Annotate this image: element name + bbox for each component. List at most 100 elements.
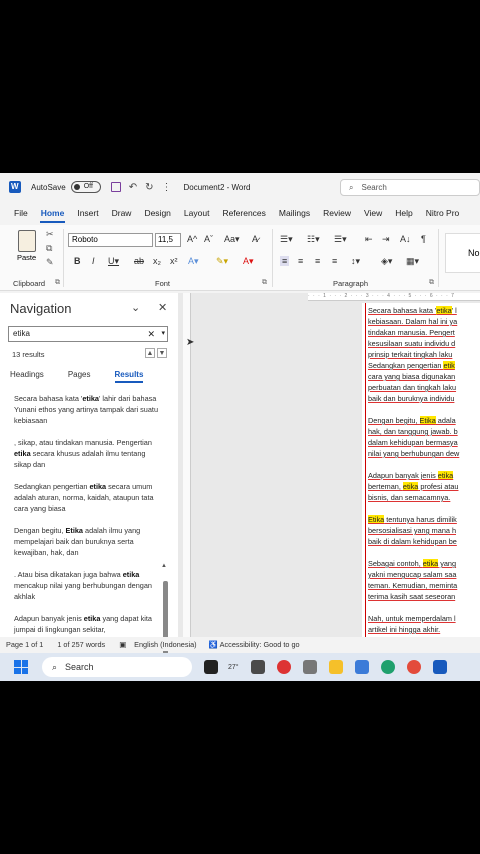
search-result-item[interactable]: Dengan begitu, Etika adalah ilmu yang me… <box>14 525 158 558</box>
line-spacing-icon[interactable]: ↕▾ <box>351 256 360 267</box>
taskbar-search[interactable]: ⌕ Search <box>42 657 192 677</box>
save-icon[interactable] <box>110 182 121 192</box>
search-result-item[interactable]: Secara bahasa kata 'etika' lahir dari ba… <box>14 393 158 426</box>
clipboard-launcher-icon[interactable]: ⧉ <box>55 279 60 287</box>
change-case-icon[interactable]: Aa▾ <box>224 234 240 245</box>
document-paragraph[interactable]: Nah, untuk memperdalam l artikel ini hin… <box>368 613 480 635</box>
next-result-icon[interactable]: ▼ <box>157 348 167 358</box>
increase-indent-icon[interactable]: ⇥ <box>382 234 390 245</box>
edge-icon[interactable] <box>380 660 395 674</box>
tab-file[interactable]: File <box>0 208 34 218</box>
multilevel-list-icon[interactable]: ☰▾ <box>334 234 347 245</box>
italic-icon[interactable]: I <box>92 256 95 266</box>
page-count[interactable]: Page 1 of 1 <box>6 640 43 649</box>
tab-results[interactable]: Results <box>114 370 143 383</box>
tab-layout[interactable]: Layout <box>177 208 216 218</box>
document-body[interactable]: Secara bahasa kata 'etika' l kebiasaan. … <box>368 305 480 637</box>
task-view-icon[interactable] <box>204 660 218 674</box>
app-icon[interactable] <box>302 660 317 674</box>
font-color-icon[interactable]: A▾ <box>243 256 254 267</box>
numbering-icon[interactable]: ☷▾ <box>307 234 320 245</box>
font-size-select[interactable]: 11,5 <box>155 233 181 247</box>
tab-headings[interactable]: Headings <box>10 370 44 379</box>
show-marks-icon[interactable]: ¶ <box>421 234 426 244</box>
close-icon[interactable]: ✕ <box>158 301 167 314</box>
redo-icon[interactable]: ↻ <box>145 182 153 193</box>
bold-icon[interactable]: B <box>74 256 81 266</box>
weather-widget[interactable]: 27° <box>228 664 239 671</box>
previous-result-icon[interactable]: ▲ <box>145 348 155 358</box>
tab-mailings[interactable]: Mailings <box>272 208 316 218</box>
document-paragraph[interactable]: Sebagai contoh, etika yang yakni menguca… <box>368 558 480 602</box>
subscript-icon[interactable]: x₂ <box>153 256 161 266</box>
underline-icon[interactable]: U▾ <box>108 256 119 267</box>
tab-references[interactable]: References <box>216 208 272 218</box>
tab-draw[interactable]: Draw <box>105 208 138 218</box>
customize-toolbar-icon[interactable]: ⋮ <box>161 182 171 193</box>
tab-home[interactable]: Home <box>34 208 71 223</box>
word-count[interactable]: 1 of 257 words <box>57 640 105 649</box>
align-right-icon[interactable]: ≡ <box>315 256 320 266</box>
horizontal-ruler[interactable]: · · · 1 · · · 2 · · · 3 · · · 4 · · · 5 … <box>308 293 480 301</box>
sort-icon[interactable]: A↓ <box>400 234 411 244</box>
word-taskbar-icon[interactable] <box>432 660 447 674</box>
windows-start-icon[interactable] <box>14 660 28 674</box>
search-result-item[interactable]: , sikap, atau tindakan manusia. Pengerti… <box>14 437 158 470</box>
highlight-color-icon[interactable]: ✎▾ <box>216 256 228 267</box>
tab-help[interactable]: Help <box>389 208 419 218</box>
bullets-icon[interactable]: ☰▾ <box>280 234 293 245</box>
align-center-icon[interactable]: ≡ <box>298 256 303 266</box>
chevron-down-icon[interactable]: ⌄ <box>131 301 140 314</box>
undo-icon[interactable]: ↶ <box>129 182 137 193</box>
clear-search-icon[interactable]: ✕ <box>147 327 155 341</box>
proofing-icon[interactable]: ▣ <box>119 640 126 649</box>
align-left-icon[interactable]: ≡ <box>280 256 290 266</box>
cut-icon[interactable]: ✂ <box>46 229 54 240</box>
document-paragraph[interactable]: Secara bahasa kata 'etika' l kebiasaan. … <box>368 305 480 404</box>
format-painter-icon[interactable]: ✎ <box>46 257 54 268</box>
tab-review[interactable]: Review <box>317 208 358 218</box>
tab-nitro-pro[interactable]: Nitro Pro <box>419 208 466 218</box>
search-input[interactable]: ⌕ Search <box>340 179 480 196</box>
superscript-icon[interactable]: x² <box>170 256 178 266</box>
strikethrough-icon[interactable]: ab <box>134 256 144 266</box>
document-paragraph[interactable]: Dengan begitu, Etika adala hak, dan tang… <box>368 415 480 459</box>
accessibility-status[interactable]: Accessibility: Good to go <box>220 640 300 649</box>
document-paragraph[interactable]: Adapun banyak jenis etika berteman, etik… <box>368 470 480 503</box>
tab-pages[interactable]: Pages <box>68 370 91 379</box>
text-effects-icon[interactable]: A▾ <box>188 256 199 267</box>
copy-icon[interactable]: ⧉ <box>46 243 52 254</box>
search-options-icon[interactable]: ▾ <box>161 327 165 341</box>
grow-font-icon[interactable]: A^ <box>187 234 197 244</box>
document-page[interactable]: Secara bahasa kata 'etika' l kebiasaan. … <box>362 303 480 637</box>
document-paragraph[interactable]: Etika tentunya harus dimilik bersosialis… <box>368 514 480 547</box>
paragraph-launcher-icon[interactable]: ⧉ <box>429 279 434 287</box>
justify-icon[interactable]: ≡ <box>332 256 337 266</box>
search-result-item[interactable]: Adapun banyak jenis etika yang dapat kit… <box>14 613 158 635</box>
nav-search-input[interactable]: etika ✕ ▾ <box>8 326 168 342</box>
decrease-indent-icon[interactable]: ⇤ <box>365 234 373 245</box>
scroll-up-icon[interactable]: ▲ <box>161 563 167 569</box>
result-text: . Atau bisa dikatakan juga bahwa <box>14 570 123 579</box>
font-launcher-icon[interactable]: ⧉ <box>262 279 267 287</box>
paste-button[interactable]: Paste <box>17 253 36 262</box>
style-normal[interactable]: No <box>445 233 480 273</box>
font-name-select[interactable]: Roboto <box>68 233 153 247</box>
app-icon[interactable] <box>276 660 291 674</box>
borders-icon[interactable]: ▦▾ <box>406 256 419 267</box>
file-explorer-icon[interactable] <box>328 660 343 674</box>
language-status[interactable]: English (Indonesia) <box>134 640 196 649</box>
store-icon[interactable] <box>354 660 369 674</box>
search-result-item[interactable]: Sedangkan pengertian etika secara umum a… <box>14 481 158 514</box>
tab-view[interactable]: View <box>357 208 388 218</box>
shading-icon[interactable]: ◈▾ <box>381 256 392 267</box>
paste-icon[interactable] <box>18 230 36 252</box>
search-result-item[interactable]: . Atau bisa dikatakan juga bahwa etika m… <box>14 569 158 602</box>
tab-insert[interactable]: Insert <box>71 208 105 218</box>
autosave-toggle[interactable]: Off <box>70 181 101 193</box>
clear-formatting-icon[interactable]: A̷ <box>252 234 258 244</box>
chrome-icon[interactable] <box>406 660 421 674</box>
shrink-font-icon[interactable]: Aˇ <box>204 234 213 244</box>
widgets-icon[interactable] <box>250 660 265 674</box>
tab-design[interactable]: Design <box>138 208 177 218</box>
